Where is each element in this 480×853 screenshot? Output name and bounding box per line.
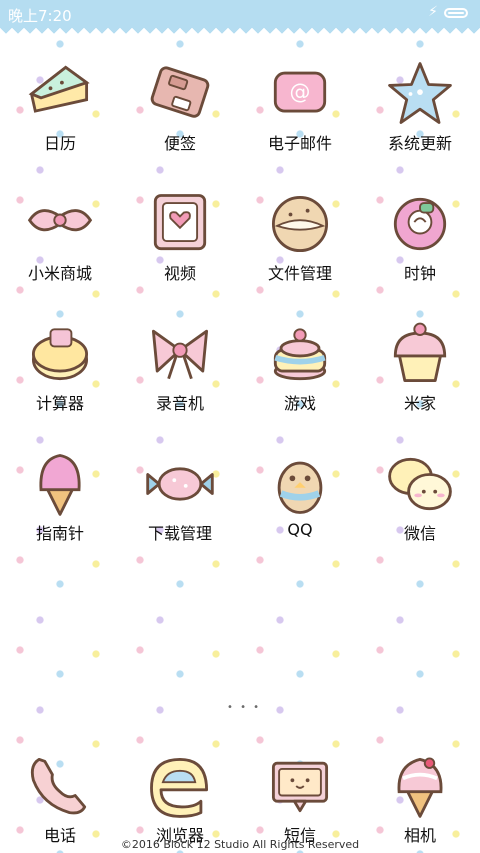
app-label: 微信 bbox=[403, 524, 436, 543]
cupcake-icon bbox=[393, 322, 447, 383]
status-bar: 晚上7:20 ⚡ bbox=[0, 0, 480, 28]
dock-phone[interactable]: 电话 bbox=[0, 742, 120, 853]
browser-e-icon bbox=[150, 757, 209, 818]
cake-roll-icon bbox=[31, 328, 89, 381]
phone-handset-icon bbox=[30, 757, 87, 815]
battery-icon bbox=[444, 8, 468, 18]
page-indicator: • • • bbox=[227, 702, 262, 713]
app-downloads[interactable]: 下载管理 bbox=[120, 440, 240, 570]
charging-icon: ⚡ bbox=[428, 4, 438, 20]
app-label: 便签 bbox=[163, 134, 196, 153]
app-label: 计算器 bbox=[35, 394, 84, 413]
ice-cream-icon bbox=[397, 757, 443, 818]
app-calendar[interactable]: 日历 bbox=[0, 50, 120, 180]
app-label: 电子邮件 bbox=[267, 134, 332, 153]
app-mijia[interactable]: 米家 bbox=[360, 310, 480, 440]
app-qq[interactable]: QQ bbox=[240, 440, 360, 570]
wrapped-candy-icon bbox=[146, 467, 214, 501]
ribbon-bow-icon bbox=[151, 329, 209, 380]
layer-cake-icon bbox=[273, 328, 327, 381]
chocolate-bar-icon bbox=[150, 66, 210, 118]
app-clock[interactable]: 时钟 bbox=[360, 180, 480, 310]
app-label: 游戏 bbox=[283, 394, 316, 413]
app-compass[interactable]: 指南针 bbox=[0, 440, 120, 570]
app-recorder[interactable]: 录音机 bbox=[120, 310, 240, 440]
app-notes[interactable]: 便签 bbox=[120, 50, 240, 180]
status-time: 晚上7:20 bbox=[8, 7, 72, 25]
message-card-icon bbox=[271, 761, 329, 813]
ice-cream-cone-icon bbox=[39, 454, 81, 516]
app-label: QQ bbox=[287, 520, 313, 539]
app-label: 米家 bbox=[403, 394, 436, 413]
star-icon bbox=[388, 62, 452, 124]
app-calculator[interactable]: 计算器 bbox=[0, 310, 120, 440]
dock-browser[interactable]: 浏览器 bbox=[120, 742, 240, 853]
dock-camera[interactable]: 相机 bbox=[360, 742, 480, 853]
dock-messages[interactable]: 短信 bbox=[240, 742, 360, 853]
app-label: 小米商城 bbox=[27, 264, 92, 283]
dock: 电话 浏览器 短信 相机 bbox=[0, 742, 480, 853]
penguin-icon bbox=[277, 461, 323, 514]
email-pillow-icon: @ bbox=[273, 71, 327, 113]
app-label: 系统更新 bbox=[387, 134, 452, 153]
copyright-footer: ©2016 Block 12 Studio All Rights Reserve… bbox=[120, 838, 360, 851]
app-games[interactable]: 游戏 bbox=[240, 310, 360, 440]
app-label: 时钟 bbox=[403, 264, 436, 283]
rose-donut-icon bbox=[393, 197, 447, 251]
app-label: 文件管理 bbox=[267, 264, 332, 283]
app-label: 录音机 bbox=[155, 394, 204, 413]
chat-bubbles-icon bbox=[388, 457, 452, 511]
app-label: 日历 bbox=[43, 134, 76, 153]
app-email[interactable]: @ 电子邮件 bbox=[240, 50, 360, 180]
app-video[interactable]: 视频 bbox=[120, 180, 240, 310]
app-file-manager[interactable]: 文件管理 bbox=[240, 180, 360, 310]
bow-candy-icon bbox=[27, 209, 93, 232]
app-label: 视频 bbox=[163, 264, 196, 283]
app-mi-store[interactable]: 小米商城 bbox=[0, 180, 120, 310]
svg-text:@: @ bbox=[290, 80, 311, 104]
scalloped-border bbox=[0, 28, 480, 40]
app-label: 指南针 bbox=[35, 524, 84, 543]
cake-slice-icon bbox=[28, 65, 90, 113]
biscuit-heart-icon bbox=[153, 194, 207, 251]
app-grid: 日历 便签 @ 电子邮件 系统更新 小米商城 视频 文件管理 时钟 计算器 录音… bbox=[0, 50, 480, 570]
cookie-sandwich-icon bbox=[271, 195, 329, 253]
app-label: 下载管理 bbox=[147, 524, 212, 543]
app-system-update[interactable]: 系统更新 bbox=[360, 50, 480, 180]
app-wechat[interactable]: 微信 bbox=[360, 440, 480, 570]
